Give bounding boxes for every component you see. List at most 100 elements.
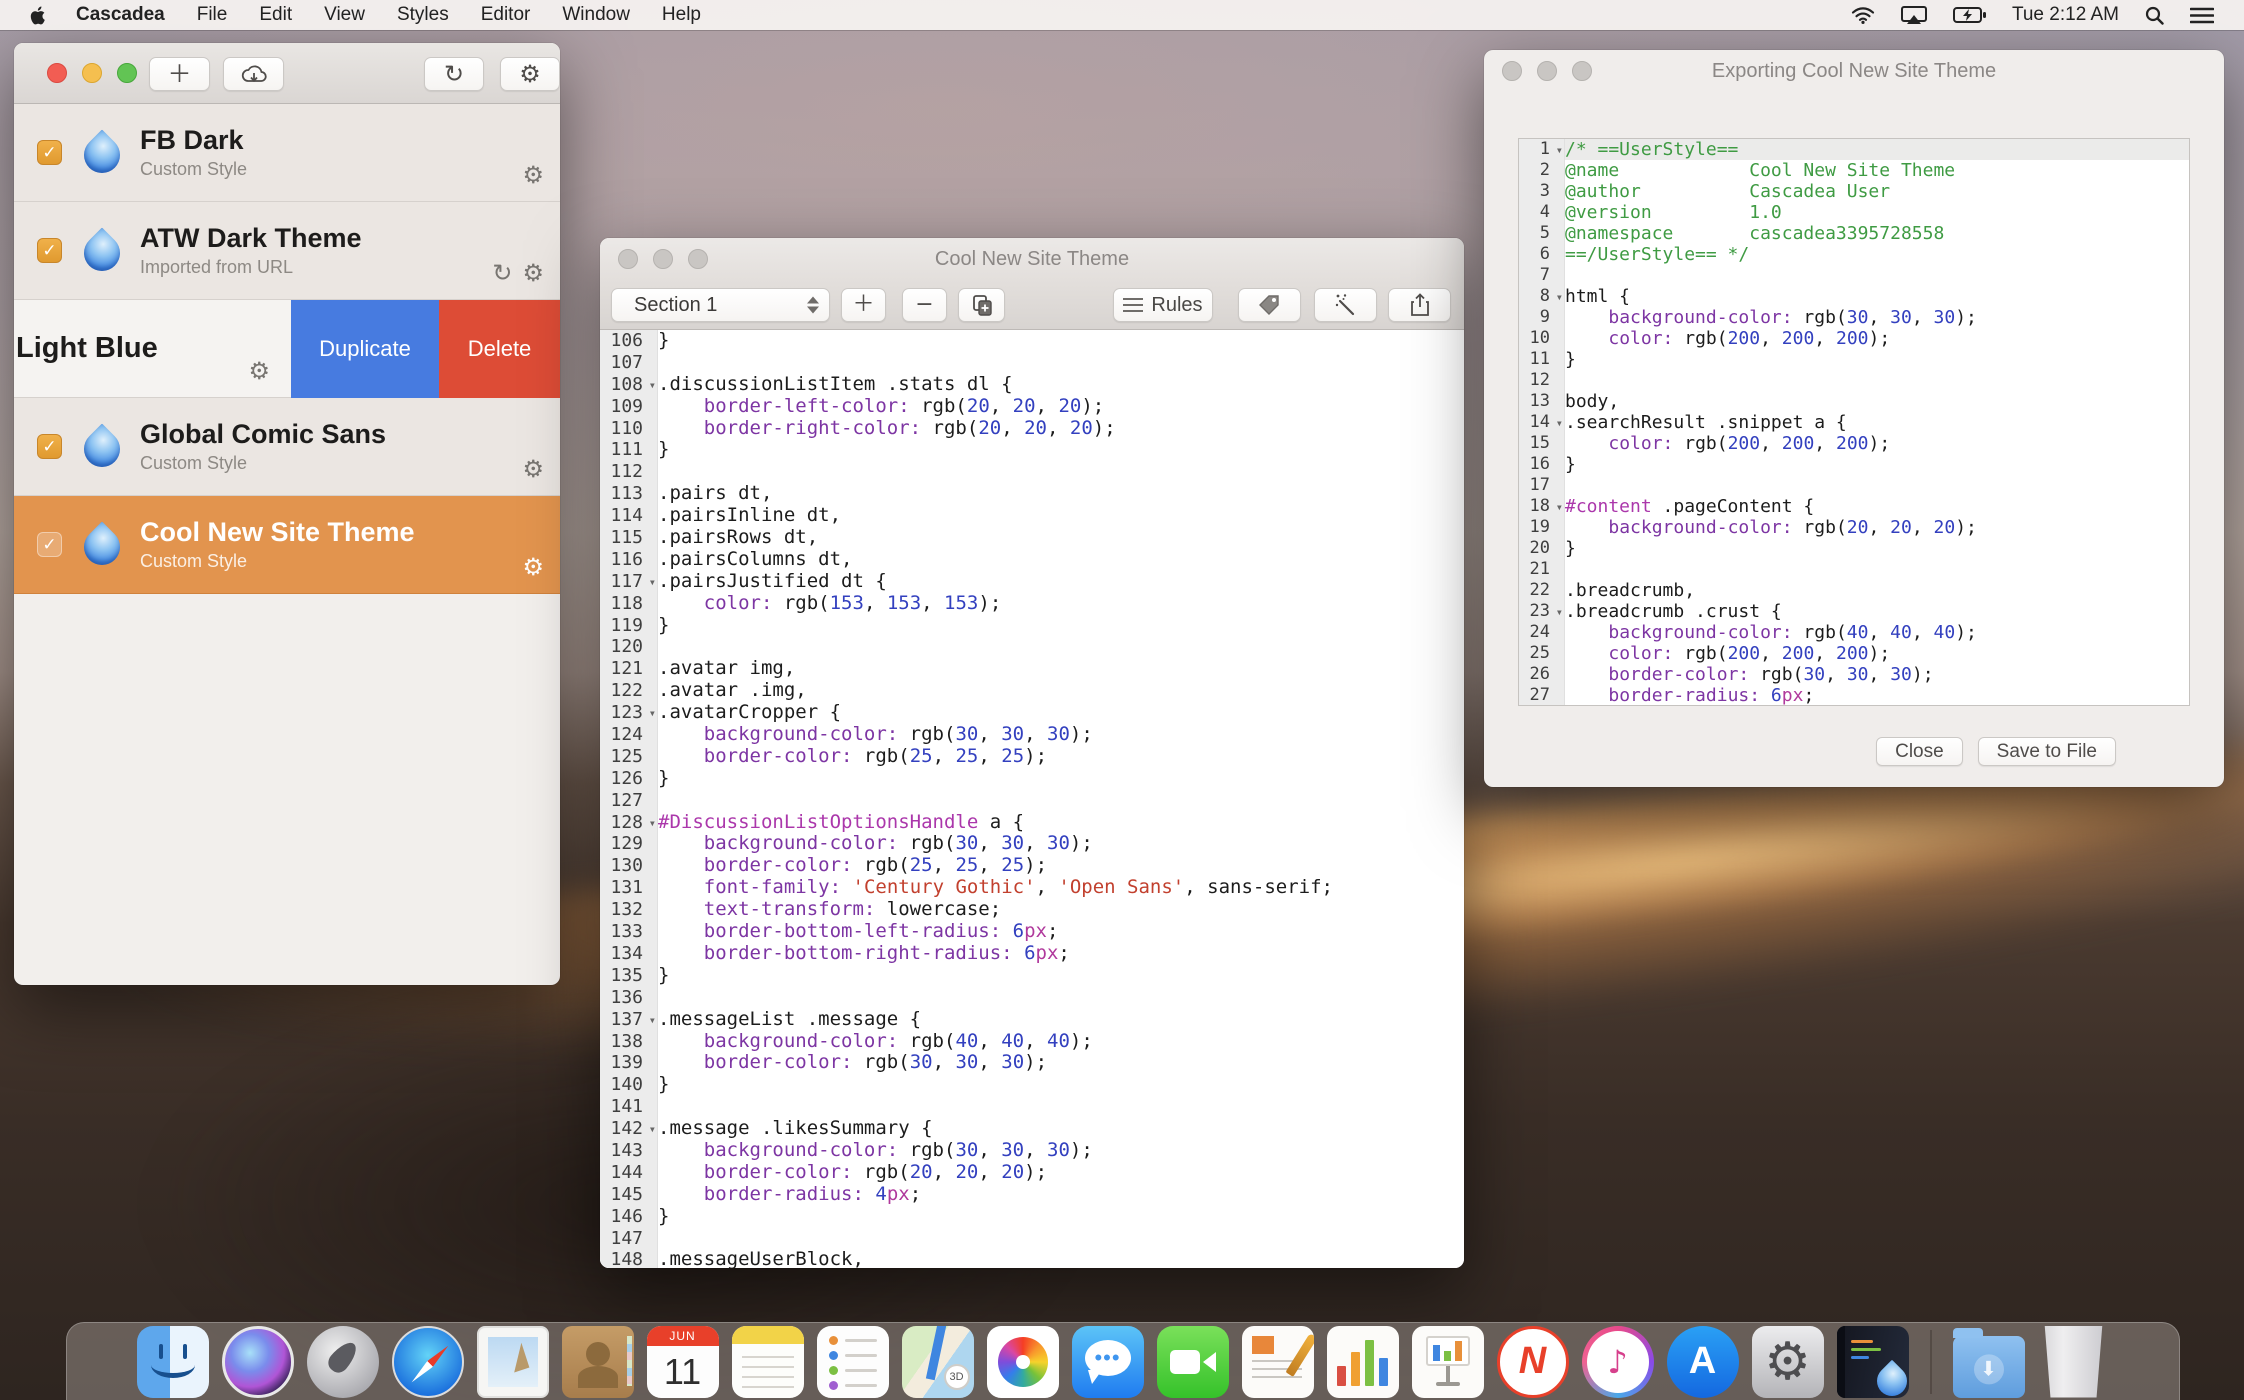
- add-section-button[interactable]: ＋: [841, 288, 886, 322]
- zoom-button[interactable]: [1572, 61, 1592, 81]
- duplicate-section-button[interactable]: [958, 288, 1005, 322]
- style-subtitle: Imported from URL: [140, 257, 362, 278]
- tags-button[interactable]: [1238, 288, 1301, 322]
- share-button[interactable]: [1388, 288, 1451, 322]
- menu-file[interactable]: File: [197, 4, 228, 26]
- trash-dock-icon[interactable]: [2038, 1326, 2110, 1398]
- save-to-file-button[interactable]: Save to File: [1978, 737, 2116, 766]
- style-item-light-blue[interactable]: Light Blue⚙DuplicateDelete: [14, 300, 560, 398]
- search-icon[interactable]: [2145, 6, 2164, 25]
- airplay-icon[interactable]: [1901, 6, 1927, 25]
- style-item-cool-new-site-theme[interactable]: ✓Cool New Site ThemeCustom Style⚙: [14, 496, 560, 594]
- minimize-button[interactable]: [653, 249, 673, 269]
- fold-triangle-icon[interactable]: ▾: [1556, 140, 1563, 161]
- section-selector[interactable]: Section 1: [611, 288, 830, 322]
- fold-triangle-icon[interactable]: ▾: [649, 375, 656, 397]
- fold-triangle-icon[interactable]: ▾: [1556, 602, 1563, 623]
- refresh-styles-button[interactable]: ↻: [424, 57, 484, 91]
- calendar-dock-icon[interactable]: JUN11: [647, 1326, 719, 1398]
- update-available-icon[interactable]: ↻: [492, 261, 512, 285]
- contacts-dock-icon[interactable]: [562, 1326, 634, 1398]
- zoom-button[interactable]: [117, 63, 137, 83]
- refresh-icon: ↻: [444, 62, 464, 86]
- export-code-preview[interactable]: 1▾/* ==UserStyle==2@name Cool New Site T…: [1518, 138, 2190, 706]
- facetime-dock-icon[interactable]: [1157, 1326, 1229, 1398]
- zoom-button[interactable]: [688, 249, 708, 269]
- close-button[interactable]: [1502, 61, 1522, 81]
- wifi-icon[interactable]: [1851, 6, 1875, 24]
- close-button[interactable]: [618, 249, 638, 269]
- preferences-button[interactable]: ⚙: [500, 57, 560, 91]
- menu-app-name[interactable]: Cascadea: [76, 4, 165, 26]
- menu-editor[interactable]: Editor: [481, 4, 531, 26]
- mail-dock-icon[interactable]: [477, 1326, 549, 1398]
- itunes-dock-icon[interactable]: ♪: [1582, 1326, 1654, 1398]
- minimize-button[interactable]: [82, 63, 102, 83]
- pages-dock-icon[interactable]: [1242, 1326, 1314, 1398]
- fold-triangle-icon[interactable]: ▾: [1556, 413, 1563, 434]
- safari-dock-icon[interactable]: [392, 1326, 464, 1398]
- delete-swipe-button[interactable]: Delete: [439, 300, 560, 398]
- notes-dock-icon[interactable]: [732, 1326, 804, 1398]
- code-line-15: 15 color: rgb(200, 200, 200);: [1519, 433, 2189, 454]
- fold-triangle-icon[interactable]: ▾: [649, 572, 656, 594]
- battery-charging-icon[interactable]: [1953, 7, 1986, 23]
- finder-dock-icon[interactable]: [137, 1326, 209, 1398]
- menu-window[interactable]: Window: [562, 4, 630, 26]
- fold-triangle-icon[interactable]: ▾: [1556, 497, 1563, 518]
- style-enabled-checkbox[interactable]: ✓: [37, 238, 62, 263]
- fold-triangle-icon[interactable]: ▾: [649, 1119, 656, 1141]
- duplicate-swipe-button[interactable]: Duplicate: [291, 300, 439, 398]
- style-enabled-checkbox[interactable]: ✓: [37, 434, 62, 459]
- menu-clock[interactable]: Tue 2:12 AM: [2012, 4, 2119, 26]
- import-from-url-button[interactable]: [223, 57, 284, 91]
- sysprefs-dock-icon[interactable]: ⚙: [1752, 1326, 1824, 1398]
- menu-edit[interactable]: Edit: [259, 4, 292, 26]
- line-number: 134: [600, 943, 658, 965]
- magic-wand-button[interactable]: [1314, 288, 1377, 322]
- row-gear-icon[interactable]: ⚙: [522, 457, 544, 481]
- style-title: FB Dark: [140, 125, 247, 156]
- remove-section-button[interactable]: −: [902, 288, 947, 322]
- row-gear-icon[interactable]: ⚙: [522, 261, 544, 285]
- style-item-atw-dark-theme[interactable]: ✓ATW Dark ThemeImported from URL↻⚙: [14, 202, 560, 300]
- menu-styles[interactable]: Styles: [397, 4, 449, 26]
- close-export-button[interactable]: Close: [1876, 737, 1963, 766]
- menu-view[interactable]: View: [324, 4, 365, 26]
- fold-triangle-icon[interactable]: ▾: [649, 703, 656, 725]
- photos-dock-icon[interactable]: [987, 1326, 1059, 1398]
- add-style-button[interactable]: ＋: [149, 57, 210, 91]
- appstore-dock-icon[interactable]: A: [1667, 1326, 1739, 1398]
- row-gear-icon[interactable]: ⚙: [522, 163, 544, 187]
- style-enabled-checkbox[interactable]: ✓: [37, 532, 62, 557]
- line-number: 6: [1519, 244, 1565, 265]
- fold-triangle-icon[interactable]: ▾: [649, 1010, 656, 1032]
- notification-list-icon[interactable]: [2190, 7, 2214, 24]
- fold-triangle-icon[interactable]: ▾: [649, 813, 656, 835]
- siri-dock-icon[interactable]: [222, 1326, 294, 1398]
- style-item-global-comic-sans[interactable]: ✓Global Comic SansCustom Style⚙: [14, 398, 560, 496]
- menu-help[interactable]: Help: [662, 4, 701, 26]
- news-dock-icon[interactable]: N: [1497, 1326, 1569, 1398]
- messages-dock-icon[interactable]: •••: [1072, 1326, 1144, 1398]
- launchpad-dock-icon[interactable]: [307, 1326, 379, 1398]
- row-gear-icon[interactable]: ⚙: [522, 555, 544, 579]
- styles-toolbar: ＋ ↻ ⚙: [14, 43, 560, 104]
- style-enabled-checkbox[interactable]: ✓: [37, 140, 62, 165]
- downloads-dock-icon[interactable]: ⬇: [1953, 1326, 2025, 1398]
- cascadea-dock-icon[interactable]: [1837, 1326, 1909, 1398]
- maps-dock-icon[interactable]: 3D: [902, 1326, 974, 1398]
- reminders-dock-icon[interactable]: [817, 1326, 889, 1398]
- minimize-button[interactable]: [1537, 61, 1557, 81]
- water-drop-icon: [80, 521, 124, 569]
- numbers-dock-icon[interactable]: [1327, 1326, 1399, 1398]
- style-item-fb-dark[interactable]: ✓FB DarkCustom Style⚙: [14, 104, 560, 202]
- css-editor[interactable]: 106}107108▾.discussionListItem .stats dl…: [600, 330, 1464, 1268]
- apple-menu[interactable]: [30, 5, 48, 26]
- close-button[interactable]: [47, 63, 67, 83]
- fold-triangle-icon[interactable]: ▾: [1556, 287, 1563, 308]
- row-gear-icon[interactable]: ⚙: [248, 359, 270, 383]
- line-number: 14▾: [1519, 412, 1565, 433]
- rules-button[interactable]: Rules: [1113, 288, 1213, 322]
- keynote-dock-icon[interactable]: [1412, 1326, 1484, 1398]
